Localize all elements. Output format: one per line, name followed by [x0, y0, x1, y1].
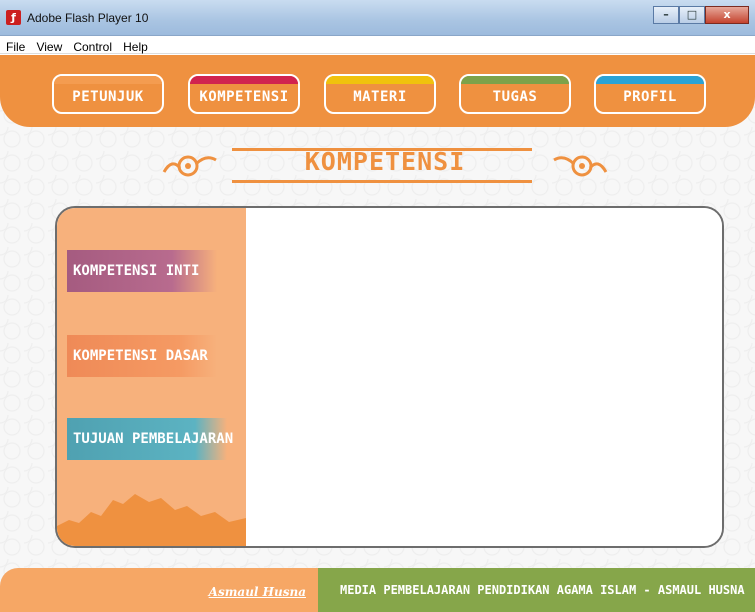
minimize-button[interactable]: –: [653, 6, 679, 24]
nav-kompetensi-button[interactable]: KOMPETENSI: [188, 74, 300, 114]
window-controls: – □ x: [653, 6, 749, 24]
asmaul-husna-logo: Asmaul Husna: [208, 585, 306, 599]
nav-tugas-button[interactable]: TUGAS: [459, 74, 571, 114]
mountain-decoration-icon: [57, 494, 246, 546]
flash-icon: ƒ: [6, 10, 21, 25]
kompetensi-inti-button[interactable]: KOMPETENSI INTI: [67, 250, 217, 292]
maximize-button[interactable]: □: [679, 6, 705, 24]
window-titlebar: ƒ Adobe Flash Player 10 – □ x: [0, 0, 755, 36]
nav-materi-button[interactable]: MATERI: [324, 74, 436, 114]
content-panel: KOMPETENSI INTI KOMPETENSI DASAR TUJUAN …: [55, 206, 724, 548]
nav-profil-button[interactable]: PROFIL: [594, 74, 706, 114]
menu-bar: File View Control Help: [0, 36, 755, 54]
kompetensi-dasar-button[interactable]: KOMPETENSI DASAR: [67, 335, 217, 377]
tujuan-pembelajaran-button[interactable]: TUJUAN PEMBELAJARAN: [67, 418, 233, 460]
menu-help[interactable]: Help: [117, 39, 148, 54]
menu-file[interactable]: File: [0, 39, 25, 54]
footer-logo-band: Asmaul Husna: [0, 568, 318, 612]
heading-rule-bottom: [232, 180, 532, 183]
menu-view[interactable]: View: [30, 39, 62, 54]
section-heading: KOMPETENSI: [150, 142, 620, 192]
competency-sidebar: KOMPETENSI INTI KOMPETENSI DASAR TUJUAN …: [57, 208, 246, 546]
window-title: Adobe Flash Player 10: [27, 11, 149, 25]
nav-petunjuk-button[interactable]: PETUNJUK: [52, 74, 164, 114]
content-area: [246, 208, 722, 546]
footer-tagline: MEDIA PEMBELAJARAN PENDIDIKAN AGAMA ISLA…: [318, 568, 755, 612]
menu-control[interactable]: Control: [67, 39, 112, 54]
top-nav-band: PETUNJUK KOMPETENSI MATERI TUGAS PROFIL: [0, 55, 755, 127]
flash-stage: PETUNJUK KOMPETENSI MATERI TUGAS PROFIL …: [0, 55, 755, 612]
close-button[interactable]: x: [705, 6, 749, 24]
flower-ornament-icon: [553, 155, 608, 177]
